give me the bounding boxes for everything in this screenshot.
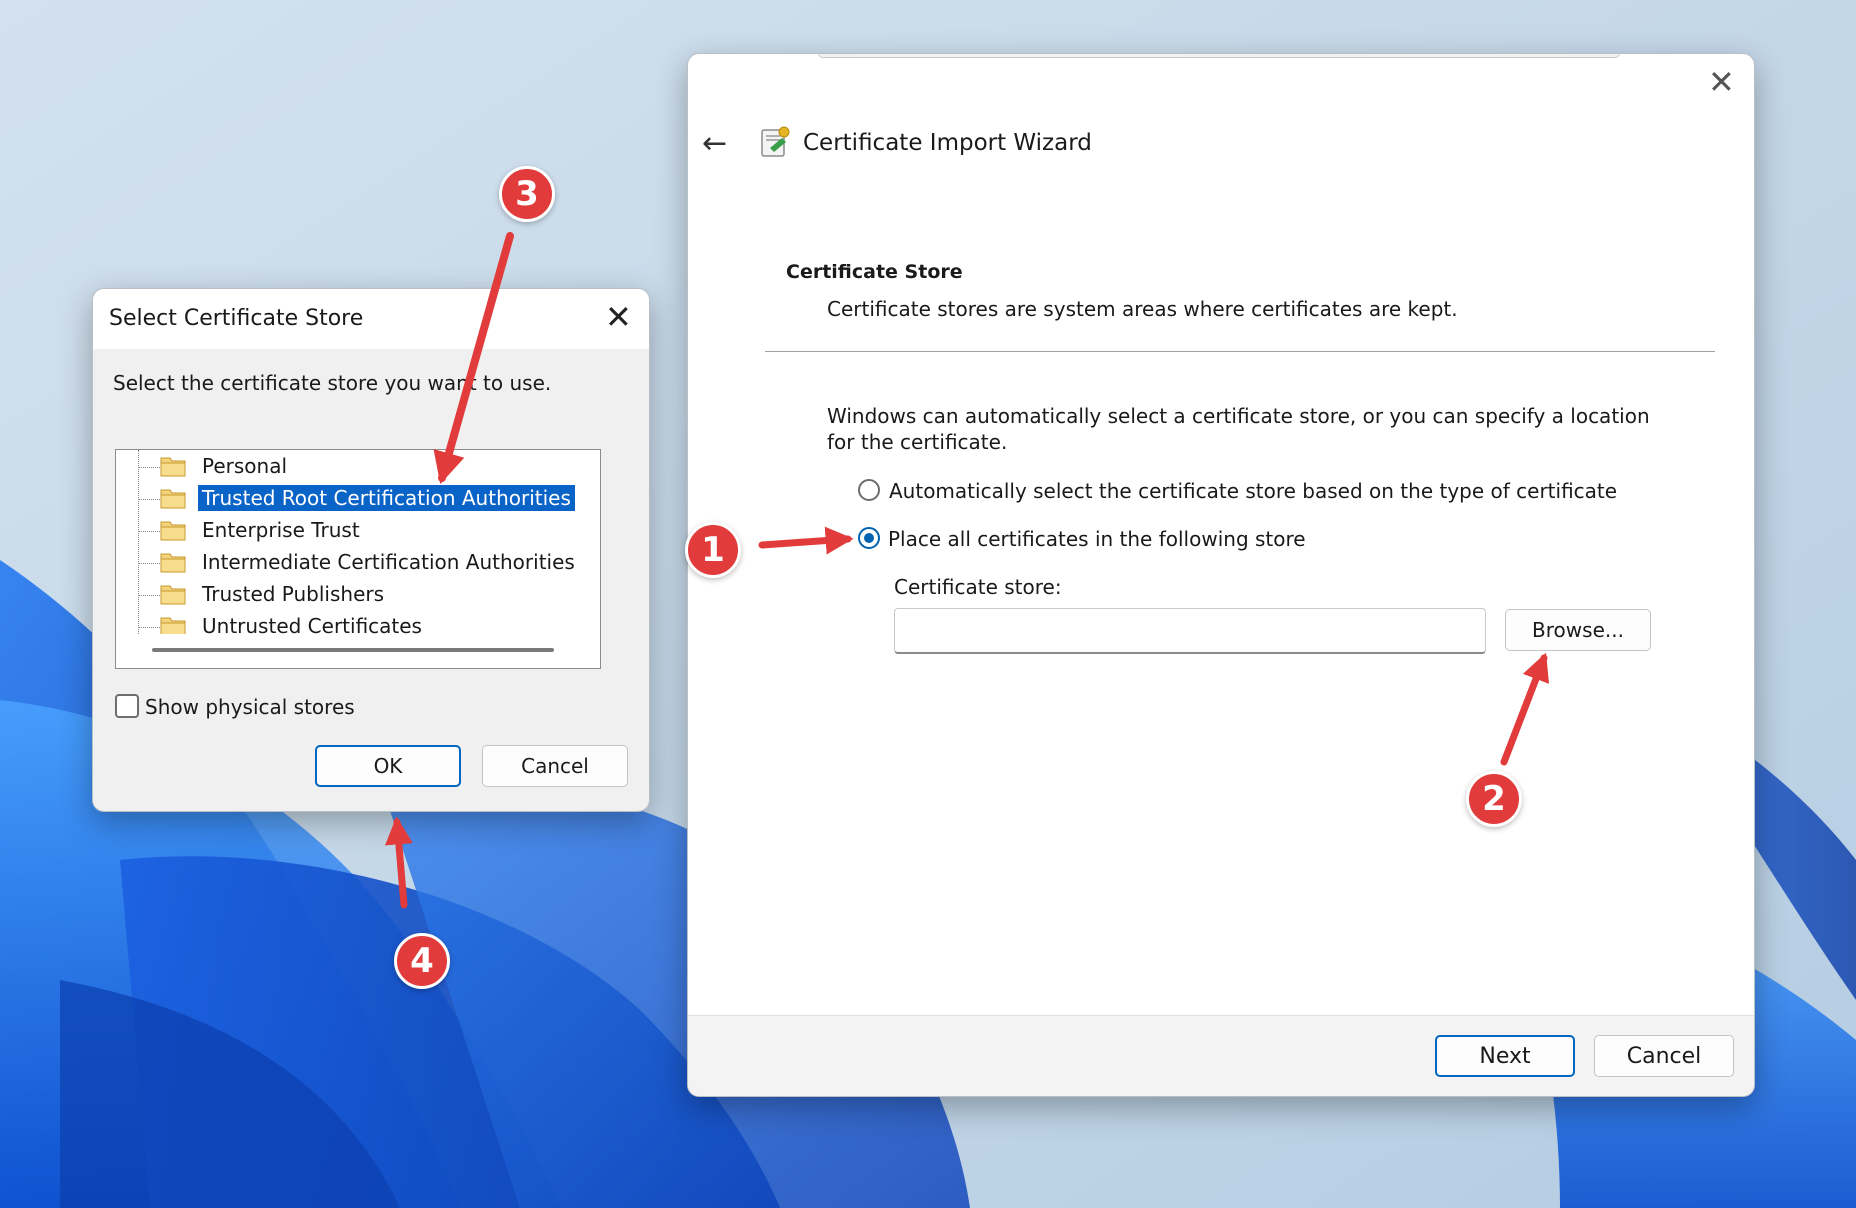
tree-item-label: Personal: [202, 454, 288, 478]
annotation-badge-1: 1: [685, 522, 741, 578]
show-physical-stores-checkbox[interactable]: [115, 694, 139, 718]
folder-icon: [160, 521, 186, 541]
certificate-import-wizard: ✕ ← Certificate Import Wizard Certificat…: [687, 53, 1755, 1097]
folder-icon: [160, 585, 186, 605]
folder-icon: [160, 489, 186, 509]
section-divider: [765, 351, 1715, 352]
next-button[interactable]: Next: [1435, 1035, 1575, 1077]
radio-place-in-store-label[interactable]: Place all certificates in the following …: [888, 527, 1306, 551]
annotation-badge-4: 4: [394, 933, 450, 989]
tree-connector: [138, 563, 160, 564]
certificate-store-tree[interactable]: Personal Trusted Root Certification Auth…: [115, 449, 601, 669]
show-physical-stores-label[interactable]: Show physical stores: [145, 695, 355, 719]
radio-place-in-store[interactable]: [858, 527, 880, 549]
tree-item-enterprise-trust[interactable]: Enterprise Trust: [116, 516, 576, 546]
wizard-title: Certificate Import Wizard: [803, 130, 1092, 156]
tree-item-personal[interactable]: Personal: [116, 452, 576, 482]
wizard-cancel-button[interactable]: Cancel: [1594, 1035, 1734, 1077]
tree-item-trusted-root[interactable]: Trusted Root Certification Authorities: [116, 484, 576, 514]
horizontal-scrollbar[interactable]: [152, 648, 554, 652]
select-certificate-store-dialog: Select Certificate Store ✕ Select the ce…: [92, 288, 650, 812]
section-subtitle: Certificate stores are system areas wher…: [827, 297, 1458, 321]
folder-icon: [160, 553, 186, 573]
tree-connector: [138, 531, 160, 532]
background-window-edge: [818, 54, 1620, 58]
wizard-close-button[interactable]: ✕: [1708, 66, 1735, 98]
tree-item-intermediate[interactable]: Intermediate Certification Authorities: [116, 548, 576, 578]
description-text: Windows can automatically select a certi…: [827, 404, 1650, 454]
tree-item-label: Intermediate Certification Authorities: [202, 550, 575, 574]
tree-item-label: Trusted Root Certification Authorities: [198, 485, 575, 511]
certificate-wizard-icon: [761, 126, 790, 157]
annotation-badge-2: 2: [1466, 771, 1522, 827]
radio-auto-select-label[interactable]: Automatically select the certificate sto…: [889, 479, 1617, 503]
back-arrow-icon[interactable]: ←: [702, 126, 727, 161]
tree-connector: [138, 467, 160, 468]
tree-item-trusted-publishers[interactable]: Trusted Publishers: [116, 580, 576, 610]
store-dialog-instruction: Select the certificate store you want to…: [113, 371, 552, 395]
annotation-badge-3: 3: [499, 166, 555, 222]
tree-item-label: Enterprise Trust: [202, 518, 360, 542]
store-dialog-close-button[interactable]: ✕: [605, 301, 632, 333]
section-title: Certificate Store: [786, 261, 963, 283]
radio-auto-select[interactable]: [858, 479, 880, 501]
store-cancel-button[interactable]: Cancel: [482, 745, 628, 787]
certificate-store-label: Certificate store:: [894, 575, 1062, 599]
tree-item-label: Trusted Publishers: [202, 582, 385, 606]
tree-connector: [138, 627, 160, 628]
browse-button[interactable]: Browse...: [1505, 609, 1651, 651]
tree-connector: [138, 595, 160, 596]
certificate-store-input[interactable]: [894, 608, 1486, 654]
folder-icon: [160, 457, 186, 477]
ok-button[interactable]: OK: [315, 745, 461, 787]
store-dialog-title: Select Certificate Store: [109, 306, 364, 331]
tree-connector: [138, 499, 160, 500]
